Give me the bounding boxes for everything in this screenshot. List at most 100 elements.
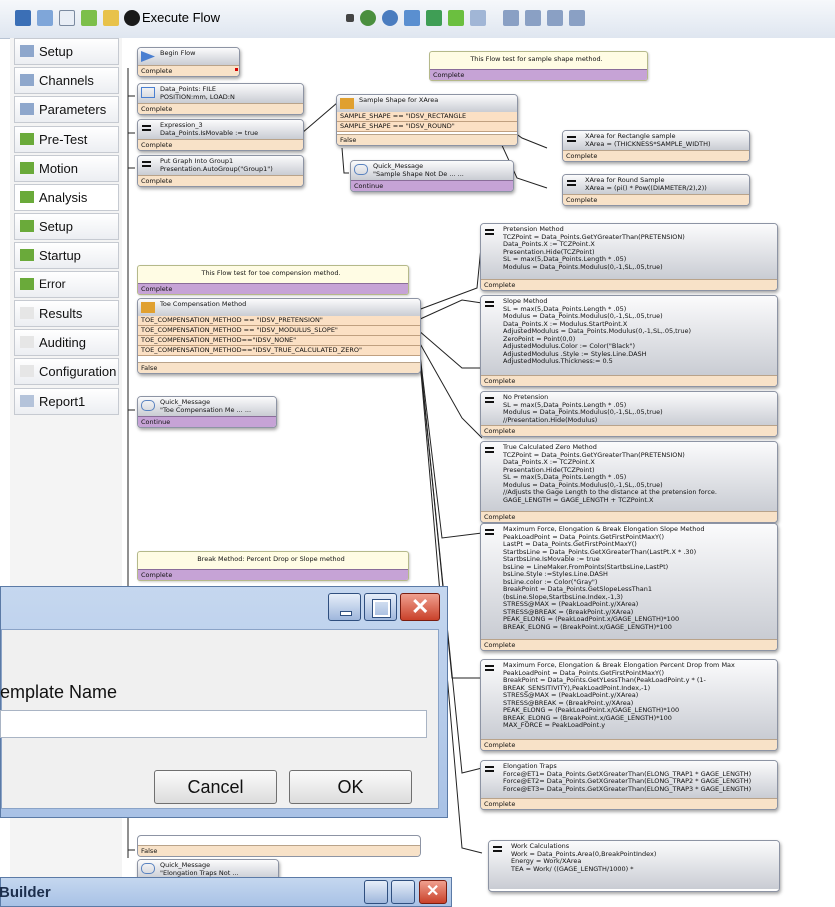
toe-compensation-node[interactable]: Toe Compensation Method TOE_COMPENSATION…: [137, 298, 421, 374]
zoom-in-icon[interactable]: [360, 10, 376, 26]
template-name-input[interactable]: [0, 710, 427, 738]
pretension-method-node[interactable]: Pretension Method TCZPoint = Data_Points.…: [480, 223, 778, 291]
export-icon[interactable]: [426, 10, 442, 26]
sidebar-item-pre-test[interactable]: Pre-Test: [14, 126, 119, 153]
condition-row[interactable]: TOE_COMPENSATION_METHOD == "IDSV_MODULUS…: [138, 326, 420, 336]
node-footer: Complete: [138, 103, 303, 114]
execute-icon[interactable]: [124, 10, 140, 26]
comment-toe-compensation[interactable]: This Flow test for toe compension method…: [137, 265, 409, 295]
condition-row[interactable]: TOE_COMPENSATION_METHOD=="IDSV_NONE": [138, 336, 420, 346]
chart-icon[interactable]: [404, 10, 420, 26]
begin-flow-node[interactable]: Begin Flow Complete: [137, 47, 240, 77]
cancel-button[interactable]: Cancel: [154, 770, 277, 804]
flow-add-icon[interactable]: [81, 10, 97, 26]
quick-message-node[interactable]: Quick_Message "Toe Compensation Me ... ..…: [137, 396, 277, 428]
condition-row[interactable]: SAMPLE_SHAPE == "IDSV_RECTANGLE: [337, 112, 517, 122]
sidebar-item-label: Report1: [39, 394, 86, 409]
expression-icon: [567, 179, 576, 187]
sidebar-item-startup[interactable]: Startup: [14, 242, 119, 269]
node-line: "Sample Shape Not De ... ...: [373, 169, 464, 178]
close-button[interactable]: ✕: [419, 880, 447, 904]
align-vertical-icon[interactable]: [547, 10, 563, 26]
comment-icon[interactable]: [470, 10, 486, 26]
sidebar-item-setup[interactable]: Setup: [14, 38, 119, 65]
sidebar-item-motion[interactable]: Motion: [14, 155, 119, 182]
node-header: Begin Flow: [138, 48, 239, 65]
comment-break-method[interactable]: Break Method: Percent Drop or Slope meth…: [137, 551, 409, 581]
condition-row[interactable]: TOE_COMPENSATION_METHOD=="IDSV_TRUE_CALC…: [138, 346, 420, 356]
execute-flow-button[interactable]: Execute Flow: [142, 10, 220, 25]
message-icon: [141, 400, 155, 411]
sidebar-item-parameters[interactable]: Parameters: [14, 96, 119, 123]
folder-icon[interactable]: [103, 10, 119, 26]
message-icon: [141, 863, 155, 874]
decision-node-partial[interactable]: False: [137, 835, 421, 857]
blank-icon: [20, 365, 34, 377]
node-header: Quick_Message "Toe Compensation Me ... ..…: [138, 397, 276, 416]
dropdown-icon[interactable]: [346, 14, 354, 22]
save-icon[interactable]: [15, 10, 31, 26]
ok-button[interactable]: OK: [289, 770, 412, 804]
document-icon[interactable]: [59, 10, 75, 26]
xarea-rectangle-node[interactable]: XArea for Rectangle sample XArea = (THICK…: [562, 130, 750, 162]
align-horizontal-icon[interactable]: [569, 10, 585, 26]
expression-3-node[interactable]: Expression_3 Data_Points.IsMovable := tru…: [137, 119, 304, 151]
sidebar-item-error-condition[interactable]: Error Condition: [14, 271, 119, 316]
close-icon: ✕: [426, 883, 440, 900]
sidebar-item-setup-flow[interactable]: Setup: [14, 213, 119, 240]
zoom-out-icon[interactable]: [382, 10, 398, 26]
edit-icon[interactable]: [37, 10, 53, 26]
sidebar-item-auditing[interactable]: Auditing: [14, 329, 119, 356]
node-footer: Complete: [138, 283, 408, 294]
expression-icon: [485, 664, 494, 672]
true-calculated-zero-node[interactable]: True Calculated Zero Method TCZPoint = Da…: [480, 441, 778, 523]
node-footer: Complete: [481, 375, 777, 386]
maximize-button[interactable]: [391, 880, 415, 904]
data-points-node[interactable]: Data_Points: FILE POSITION:mm, LOAD:N Com…: [137, 83, 304, 115]
max-force-slope-node[interactable]: Maximum Force, Elongation & Break Elonga…: [480, 523, 778, 651]
node-footer: Complete: [481, 739, 777, 750]
parameters-icon: [20, 103, 34, 115]
node-header: Work Calculations Work = Data_Points.Area…: [489, 841, 779, 889]
comment-sample-shape[interactable]: This Flow test for sample shape method. …: [429, 51, 648, 81]
node-title: Toe Compensation Method: [160, 300, 247, 308]
maximize-button[interactable]: [364, 593, 397, 621]
sidebar-item-configuration[interactable]: Configuration: [14, 358, 119, 385]
sidebar-item-label: Results: [39, 306, 83, 321]
flow-icon: [20, 162, 34, 174]
expression-icon: [493, 845, 502, 853]
node-header: Sample Shape for XArea: [337, 95, 517, 112]
minimize-button[interactable]: [328, 593, 361, 621]
xarea-round-node[interactable]: XArea for Round Sample XArea = (pi() * Po…: [562, 174, 750, 206]
output-port[interactable]: [235, 68, 238, 71]
minimize-button[interactable]: [364, 880, 388, 904]
condition-row[interactable]: TOE_COMPENSATION_METHOD == "IDSV_PRETENS…: [138, 316, 420, 326]
put-graph-node[interactable]: Put Graph Into Group1 Presentation.AutoGr…: [137, 155, 304, 187]
no-pretension-node[interactable]: No Pretension SL = max(5,Data_Points.Leng…: [480, 391, 778, 437]
sidebar-item-label: Parameters: [39, 102, 107, 117]
dialog-body: emplate Name Cancel OK: [0, 629, 439, 809]
comment-text: This Flow test for sample shape method.: [470, 55, 603, 63]
node-line: "Elongation Traps Not ...: [160, 868, 239, 877]
sidebar-item-report1[interactable]: Report1: [14, 388, 119, 415]
align-icon[interactable]: [503, 10, 519, 26]
sidebar-item-label: Setup: [39, 44, 73, 59]
node-line: MAX_FORCE = PeakLoadPoint.y: [503, 721, 606, 729]
sidebar-item-channels[interactable]: Channels: [14, 67, 119, 94]
elongation-traps-node[interactable]: Elongation Traps Force@ET1= Data_Points.G…: [480, 760, 778, 810]
sidebar-item-results[interactable]: Results: [14, 300, 119, 327]
node-line: GAGE_LENGTH = GAGE_LENGTH + TCZPoint.X: [503, 495, 654, 504]
flow-run-icon[interactable]: [448, 10, 464, 26]
work-calculations-node[interactable]: Work Calculations Work = Data_Points.Area…: [488, 840, 780, 892]
sidebar-item-label: Channels: [39, 73, 94, 88]
quick-message-node[interactable]: Quick_Message "Sample Shape Not De ... ..…: [350, 160, 514, 192]
slope-method-node[interactable]: Slope Method SL = max(5,Data_Points.Lengt…: [480, 295, 778, 387]
node-title: Sample Shape for XArea: [359, 96, 439, 104]
close-button[interactable]: ✕: [400, 593, 440, 621]
sidebar-item-analysis[interactable]: Analysis: [14, 184, 119, 211]
max-force-percent-drop-node[interactable]: Maximum Force, Elongation & Break Elonga…: [480, 659, 778, 751]
node-footer: Complete: [138, 65, 239, 76]
condition-row[interactable]: SAMPLE_SHAPE == "IDSV_ROUND": [337, 122, 517, 132]
distribute-icon[interactable]: [525, 10, 541, 26]
sample-shape-node[interactable]: Sample Shape for XArea SAMPLE_SHAPE == "…: [336, 94, 518, 146]
